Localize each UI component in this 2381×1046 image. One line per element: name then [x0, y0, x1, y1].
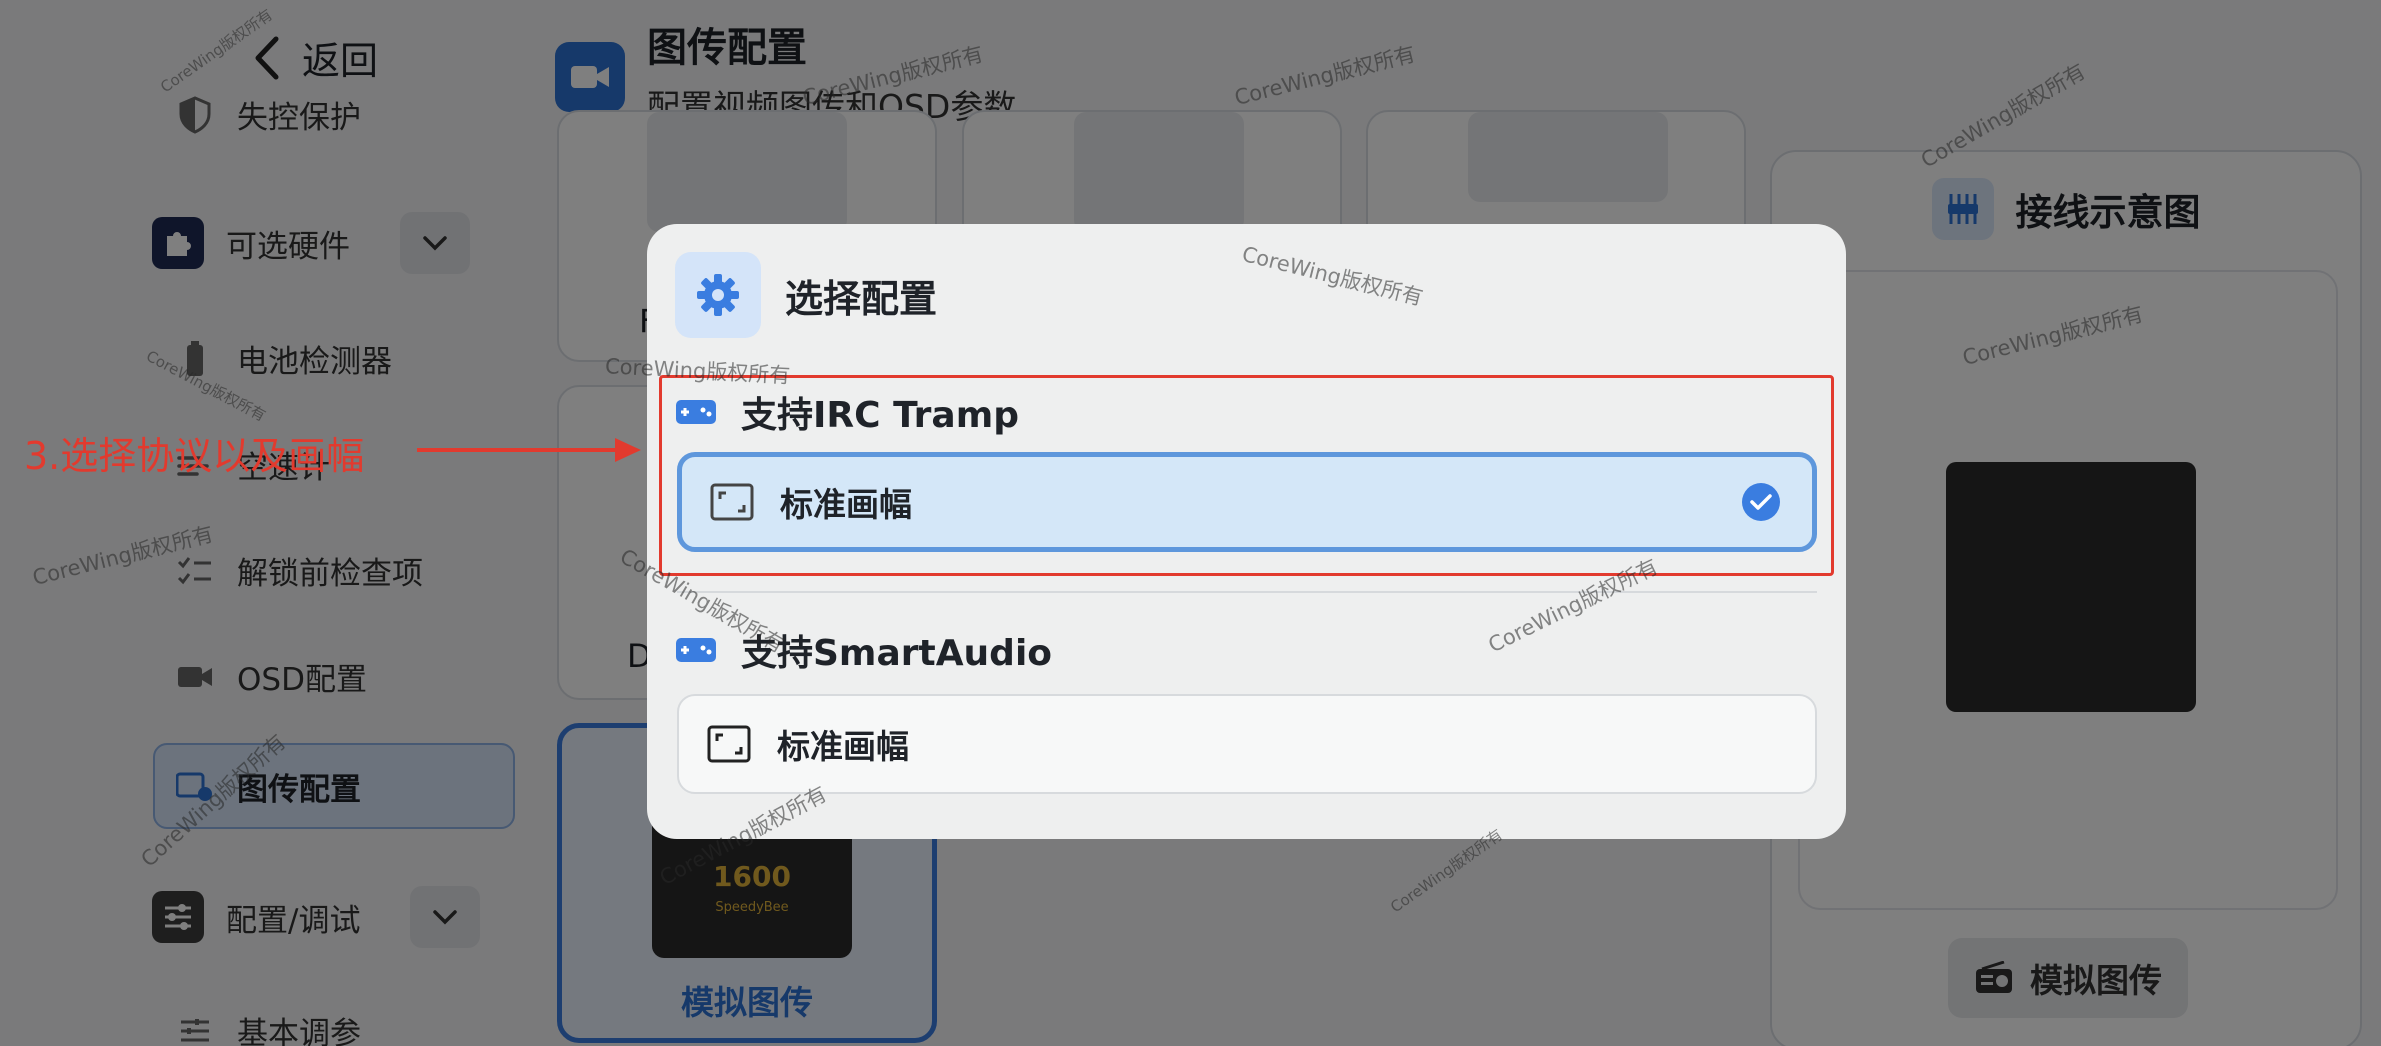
annotation-text: 3.选择协议以及画幅 — [24, 434, 365, 478]
option-label: 标准画幅 — [777, 727, 909, 766]
gear-icon — [675, 252, 761, 338]
annotation-arrow-icon — [417, 438, 641, 462]
option-smartaudio-standard-frame[interactable]: 标准画幅 — [677, 694, 1817, 794]
annotation-highlight-box — [659, 375, 1834, 576]
gamepad-icon — [676, 638, 716, 662]
divider — [677, 591, 1817, 593]
dialog-header: 选择配置 — [675, 252, 937, 338]
frame-icon — [707, 725, 751, 763]
dialog-title: 选择配置 — [785, 276, 938, 321]
